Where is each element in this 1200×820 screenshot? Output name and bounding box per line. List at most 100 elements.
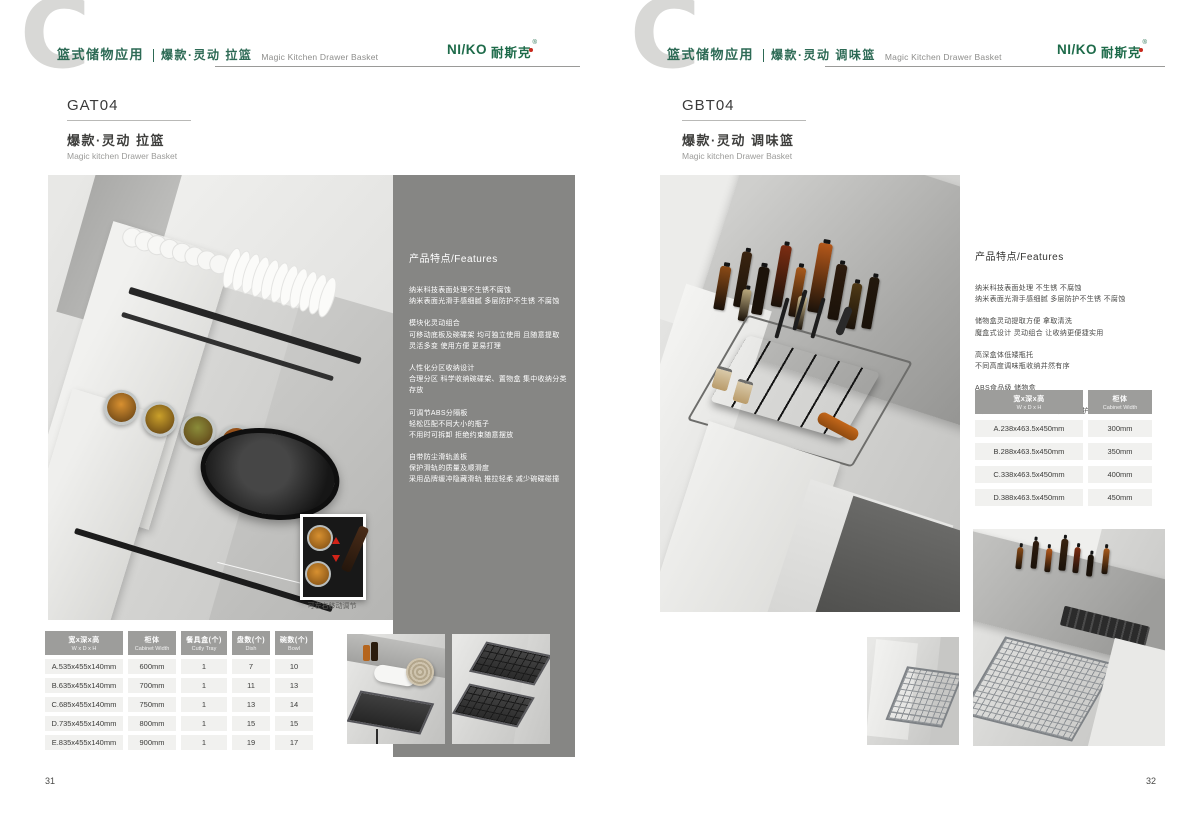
handle-shape xyxy=(341,525,370,573)
rail-shape xyxy=(376,729,378,744)
brand-logo-text: NI/KO xyxy=(1057,42,1097,57)
table-cell: 11 xyxy=(232,678,270,693)
table-row: E.835x455x140mm900mm11917 xyxy=(45,735,313,750)
features-left: 产品特点/Features 纳米科技表面处理不生锈不腐蚀纳米表面光滑手感细腻 多… xyxy=(409,250,567,497)
page-number-right: 32 xyxy=(1146,776,1156,786)
product-name-en: Magic kitchen Drawer Basket xyxy=(67,151,191,161)
detail-photo-left-1 xyxy=(347,634,445,744)
page-header-left: 篮式储物应用 爆款·灵动 拉篮 Magic Kitchen Drawer Bas… xyxy=(57,44,378,63)
feature-line: 自带防尘滑轨盖板 xyxy=(409,452,567,463)
bottle-shape xyxy=(371,642,378,661)
feature-line: 纳米科技表面处理 不生锈 不腐蚀 xyxy=(975,283,1165,294)
table-cell: 600mm xyxy=(128,659,176,674)
header-divider xyxy=(153,49,154,62)
table-header-cn: 餐具盒(个) xyxy=(182,635,226,645)
table-cell: 19 xyxy=(232,735,270,750)
table-header-row: 宽x深x高W x D x H柜体Cabinet Width餐具盒(个)Cutly… xyxy=(45,631,313,655)
feature-line: 纳米表面光滑手感细腻 多层防护不生锈 不腐蚀 xyxy=(409,296,567,307)
callout-inset-photo xyxy=(300,514,366,600)
catalog-spread: C 篮式储物应用 爆款·灵动 拉篮 Magic Kitchen Drawer B… xyxy=(0,0,1200,820)
table-cell: E.835x455x140mm xyxy=(45,735,123,750)
table-cell: 1 xyxy=(181,735,227,750)
feature-paragraph: 模块化灵动组合可移动底板及碗碟架 均可独立使用 且随意提取灵活多变 使用方便 更… xyxy=(409,318,567,352)
header-title-en: Magic Kitchen Drawer Basket xyxy=(885,52,1002,62)
table-cell: 350mm xyxy=(1088,443,1152,460)
main-product-photo-left: 可左右移动调节 xyxy=(48,175,393,620)
table-cell: D.388x463.5x450mm xyxy=(975,489,1083,506)
logo-red-dot-icon xyxy=(1139,48,1143,52)
table-row: C.685x455x140mm750mm11314 xyxy=(45,697,313,712)
canister-shape xyxy=(307,525,333,551)
table-header-cell: 宽x深x高W x D x H xyxy=(45,631,123,655)
table-cell: 800mm xyxy=(128,716,176,731)
table-header-en: W x D x H xyxy=(976,405,1082,411)
table-cell: 400mm xyxy=(1088,466,1152,483)
table-cell: 1 xyxy=(181,716,227,731)
features-list: 纳米科技表面处理不生锈不腐蚀纳米表面光滑手感细腻 多层防护不生锈 不腐蚀模块化灵… xyxy=(409,285,567,486)
table-cell: A.535x455x140mm xyxy=(45,659,123,674)
table-cell: 450mm xyxy=(1088,489,1152,506)
table-header-cn: 柜体 xyxy=(1089,394,1151,404)
brand-logo-cn: 耐斯克 xyxy=(1101,42,1142,61)
table-header-cn: 宽x深x高 xyxy=(46,635,122,645)
table-header-en: Cabinet Width xyxy=(1089,405,1151,411)
feature-paragraph: 可调节ABS分隔板轻松匹配不同大小的瓶子不用时可拆卸 拒绝约束随意摆放 xyxy=(409,408,567,442)
product-title-block-right: GBT04 爆款·灵动 调味篮 Magic kitchen Drawer Bas… xyxy=(682,97,806,161)
feature-line: 可移动底板及碗碟架 均可独立使用 且随意提取 xyxy=(409,330,567,341)
feature-paragraph: 储物盒灵动提取方便 拿取清洗魔盒式设计 灵动组合 让收纳更便捷实用 xyxy=(975,316,1165,338)
feature-paragraph: 自带防尘滑轨盖板保护滑轨的质量及顺滑度采用品牌缓冲隐藏滑轨 推拉轻柔 减少碗碟碰… xyxy=(409,452,567,486)
table-header-en: Bowl xyxy=(276,646,312,652)
corner-c-glyph: C xyxy=(20,0,90,82)
product-title-block-left: GAT04 爆款·灵动 拉篮 Magic kitchen Drawer Bask… xyxy=(67,97,191,161)
table-cell: B.635x455x140mm xyxy=(45,678,123,693)
feature-paragraph: 人性化分区收纳设计合理分区 科学收纳碗碟架、置物盒 集中收纳分类存放 xyxy=(409,363,567,397)
model-code: GBT04 xyxy=(682,97,806,114)
brand-logo-cn: 耐斯克 xyxy=(491,42,532,61)
feature-line: 采用品牌缓冲隐藏滑轨 推拉轻柔 减少碗碟碰撞 xyxy=(409,474,567,485)
registered-mark: ® xyxy=(533,40,537,46)
table-header-row: 宽x深x高W x D x H 柜体Cabinet Width xyxy=(975,390,1152,414)
feature-line: 保护滑轨的质量及顺滑度 xyxy=(409,463,567,474)
detail-photo-left-2 xyxy=(452,634,550,744)
header-divider xyxy=(763,49,764,62)
feature-line: 模块化灵动组合 xyxy=(409,318,567,329)
header-rule xyxy=(215,66,580,67)
table-cell: C.685x455x140mm xyxy=(45,697,123,712)
table-cell: B.288x463.5x450mm xyxy=(975,443,1083,460)
table-cell: 10 xyxy=(275,659,313,674)
table-cell: 13 xyxy=(232,697,270,712)
bottle-shape xyxy=(750,267,769,316)
header-title-cn: 爆款·灵动 调味篮 xyxy=(771,46,876,63)
table-cell: C.338x463.5x450mm xyxy=(975,466,1083,483)
header-rule xyxy=(825,66,1165,67)
feature-paragraph: 高深盒体低矮瓶托不同高度调味瓶收纳井然有序 xyxy=(975,350,1165,372)
logo-red-dot-icon xyxy=(529,48,533,52)
registered-mark: ® xyxy=(1143,40,1147,46)
detail-photo-right-small xyxy=(867,637,959,745)
table-row: A.238x463.5x450mm300mm xyxy=(975,420,1152,437)
corner-c-glyph: C xyxy=(630,0,700,82)
bottle-shape xyxy=(363,645,370,661)
table-header-cell: 宽x深x高W x D x H xyxy=(975,390,1083,414)
feature-line: 纳米科技表面处理不生锈不腐蚀 xyxy=(409,285,567,296)
table-cell: 15 xyxy=(232,716,270,731)
bottle-shape xyxy=(1015,547,1023,570)
table-row: D.735x455x140mm800mm11515 xyxy=(45,716,313,731)
feature-line: 储物盒灵动提取方便 拿取清洗 xyxy=(975,316,1165,327)
model-underline xyxy=(682,120,806,121)
table-header-cell: 碗数(个)Bowl xyxy=(275,631,313,655)
table-row: B.288x463.5x450mm 350mm xyxy=(975,443,1152,460)
table-cell: 300mm xyxy=(1088,420,1152,437)
table-cell: 1 xyxy=(181,659,227,674)
feature-line: 人性化分区收纳设计 xyxy=(409,363,567,374)
product-name-cn: 爆款·灵动 拉篮 xyxy=(67,130,191,149)
plate-stack-shape xyxy=(406,658,434,686)
feature-line: 灵活多变 使用方便 更易打理 xyxy=(409,341,567,352)
table-header-cell: 盘数(个)Dish xyxy=(232,631,270,655)
table-header-cn: 盘数(个) xyxy=(233,635,269,645)
detail-photo-right-large xyxy=(973,529,1165,746)
main-product-photo-right xyxy=(660,175,960,612)
feature-line: 轻松匹配不同大小的瓶子 xyxy=(409,419,567,430)
table-row: B.635x455x140mm700mm11113 xyxy=(45,678,313,693)
table-row: A.535x455x140mm600mm1710 xyxy=(45,659,313,674)
